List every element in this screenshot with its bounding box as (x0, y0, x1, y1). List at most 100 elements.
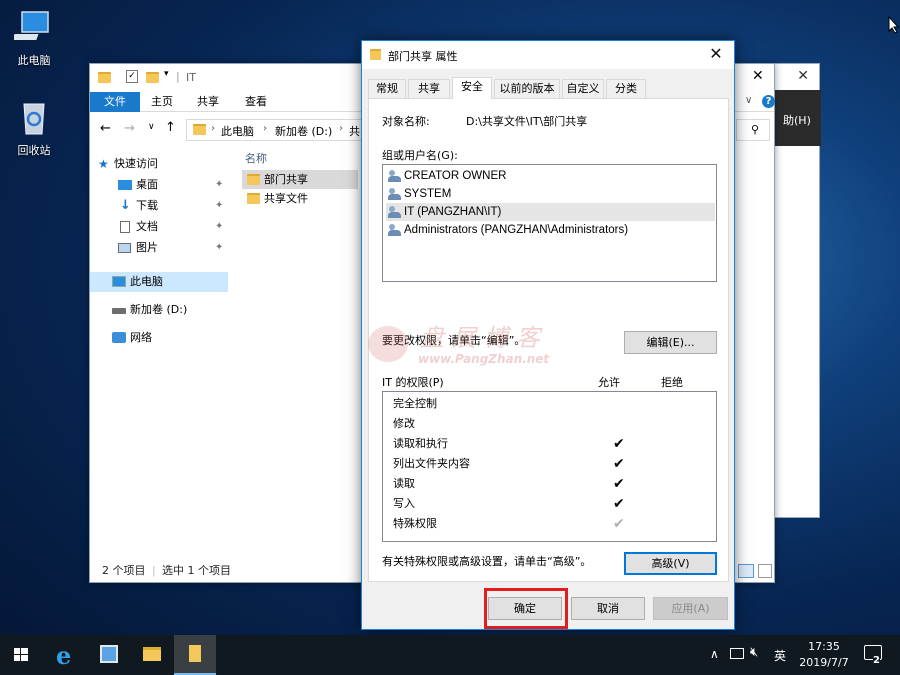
ribbon-tab-file[interactable]: 文件 (90, 92, 140, 112)
expand-ribbon-icon[interactable]: ∨ (745, 95, 752, 106)
taskbar-ie[interactable]: e (45, 635, 87, 675)
user-row[interactable]: SYSTEM (386, 185, 715, 203)
breadcrumb-shared[interactable]: 共 (349, 123, 360, 139)
desktop-icon-this-pc[interactable]: 此电脑 (4, 8, 64, 68)
user-row[interactable]: CREATOR OWNER (386, 167, 715, 185)
advanced-button[interactable]: 高级(V) (624, 552, 717, 575)
background-window[interactable]: ✕ 助(H) (770, 63, 821, 518)
large-icons-view-icon[interactable] (758, 564, 772, 578)
tab-sharing[interactable]: 共享 (408, 79, 450, 98)
download-arrow-icon: ↓ (120, 198, 131, 213)
input-method-indicator[interactable]: 英 (774, 647, 786, 664)
ribbon-tab-share[interactable]: 共享 (190, 92, 226, 112)
close-icon[interactable]: ✕ (752, 68, 764, 84)
show-hidden-icons-icon[interactable]: ∧ (710, 647, 719, 661)
taskbar-server-manager[interactable] (88, 635, 130, 675)
close-icon[interactable]: ✕ (706, 44, 726, 64)
file-item-shared-files[interactable]: 共享文件 (242, 189, 362, 208)
internet-explorer-icon: e (56, 641, 72, 670)
up-arrow-icon[interactable]: ↑ (165, 120, 176, 135)
user-row-selected[interactable]: IT (PANGZHAN\IT) (386, 203, 715, 221)
status-separator: | (152, 564, 156, 577)
volume-muted-icon[interactable]: 🔇︎ (750, 645, 758, 660)
help-icon[interactable]: ? (762, 95, 775, 108)
column-header-name[interactable]: 名称 (242, 148, 362, 170)
breadcrumb-chevron-icon[interactable]: › (263, 123, 267, 134)
file-item-dept-share[interactable]: 部门共享 (242, 170, 358, 189)
folder-icon (247, 174, 260, 185)
nav-item-documents[interactable]: 文档 ✦ (90, 217, 228, 237)
user-name: Administrators (PANGZHAN\Administrators) (404, 224, 629, 236)
network-tray-icon[interactable] (730, 648, 744, 659)
nav-drive-d[interactable]: 新加卷 (D:) (90, 300, 228, 320)
nav-quick-access[interactable]: ★ 快速访问 (90, 154, 228, 174)
computer-icon (12, 8, 54, 48)
nav-item-desktop[interactable]: 桌面 ✦ (90, 175, 228, 195)
allow-check-icon: ✔ (613, 456, 625, 472)
ribbon-tab-home[interactable]: 主页 (144, 92, 180, 112)
help-menu[interactable]: 助(H) (771, 90, 821, 146)
back-arrow-icon[interactable]: ← (100, 121, 111, 136)
permission-row: 读取和执行 ✔ (393, 434, 713, 454)
search-box[interactable]: ⚲ (736, 119, 770, 141)
details-view-icon[interactable] (738, 564, 754, 578)
allow-header: 允许 (598, 376, 620, 389)
computer-icon (112, 276, 126, 287)
taskbar-explorer-active[interactable] (174, 635, 216, 675)
allow-check-icon: ✔ (613, 496, 625, 512)
apply-button[interactable]: 应用(A) (653, 597, 728, 620)
pin-icon[interactable]: ✦ (215, 238, 223, 258)
server-manager-icon (100, 645, 118, 663)
nav-label: 快速访问 (114, 157, 158, 170)
properties-check-icon[interactable]: ✓ (126, 70, 138, 83)
quick-access-dropdown-icon[interactable]: ▾ (164, 69, 169, 79)
start-button[interactable] (0, 635, 42, 675)
folder-icon (193, 124, 206, 135)
user-row[interactable]: Administrators (PANGZHAN\Administrators) (386, 221, 715, 239)
file-name: 部门共享 (264, 173, 308, 186)
taskbar: e ∧ 🔇︎ 英 17:35 2019/7/7 2 (0, 635, 900, 675)
tab-customize[interactable]: 自定义 (562, 79, 604, 98)
tab-security[interactable]: 安全 (452, 77, 492, 99)
tab-general[interactable]: 常规 (368, 79, 406, 98)
desktop-icon-recycle-bin[interactable]: 回收站 (4, 98, 64, 158)
ribbon-tab-view[interactable]: 查看 (238, 92, 274, 112)
breadcrumb-drive[interactable]: 新加卷 (D:) (275, 123, 332, 139)
notification-count-badge: 2 (873, 655, 880, 666)
title-separator: | (176, 70, 180, 83)
allow-check-icon: ✔ (613, 436, 625, 452)
permissions-title: IT 的权限(P) (382, 376, 444, 389)
clock[interactable]: 17:35 2019/7/7 (794, 640, 854, 669)
pin-icon[interactable]: ✦ (215, 196, 223, 216)
allow-check-icon: ✔ (613, 476, 625, 492)
nav-network[interactable]: 网络 (90, 328, 228, 348)
object-name-value: D:\共享文件\IT\部门共享 (466, 115, 588, 128)
nav-this-pc[interactable]: 此电脑 (90, 272, 228, 292)
user-list[interactable]: CREATOR OWNER SYSTEM IT (PANGZHAN\IT) Ad… (382, 164, 717, 282)
forward-arrow-icon[interactable]: → (124, 121, 135, 136)
tab-previous-versions[interactable]: 以前的版本 (494, 79, 560, 98)
properties-dialog[interactable]: 部门共享 属性 ✕ 常规 共享 安全 以前的版本 自定义 分类 对象名称: D:… (361, 40, 735, 630)
breadcrumb-this-pc[interactable]: 此电脑 (221, 123, 254, 139)
breadcrumb-chevron-icon[interactable]: › (211, 123, 215, 134)
recent-locations-icon[interactable]: ∨ (148, 122, 155, 132)
new-folder-icon[interactable] (146, 72, 159, 83)
permissions-list[interactable]: 完全控制 修改 读取和执行 ✔ 列出文件夹内容 ✔ 读取 ✔ 写入 ✔ 特殊权限… (382, 391, 717, 542)
breadcrumb-chevron-icon[interactable]: › (339, 123, 343, 134)
nav-item-pictures[interactable]: 图片 ✦ (90, 238, 228, 258)
pin-icon[interactable]: ✦ (215, 217, 223, 237)
close-icon[interactable]: ✕ (797, 68, 809, 84)
nav-item-downloads[interactable]: ↓ 下载 ✦ (90, 196, 228, 216)
taskbar-explorer[interactable] (131, 635, 173, 675)
windows-logo-icon (14, 648, 28, 661)
permission-name: 列出文件夹内容 (393, 457, 470, 470)
folder-icon (189, 645, 201, 662)
edit-button[interactable]: 编辑(E)... (624, 331, 717, 354)
cancel-button[interactable]: 取消 (571, 597, 645, 620)
tab-classification[interactable]: 分类 (606, 79, 646, 98)
advanced-hint: 有关特殊权限或高级设置，请单击“高级”。 (382, 555, 592, 568)
pin-icon[interactable]: ✦ (215, 175, 223, 195)
permission-row: 写入 ✔ (393, 494, 713, 514)
star-icon: ★ (98, 157, 109, 171)
dialog-titlebar[interactable]: 部门共享 属性 ✕ (362, 41, 734, 69)
